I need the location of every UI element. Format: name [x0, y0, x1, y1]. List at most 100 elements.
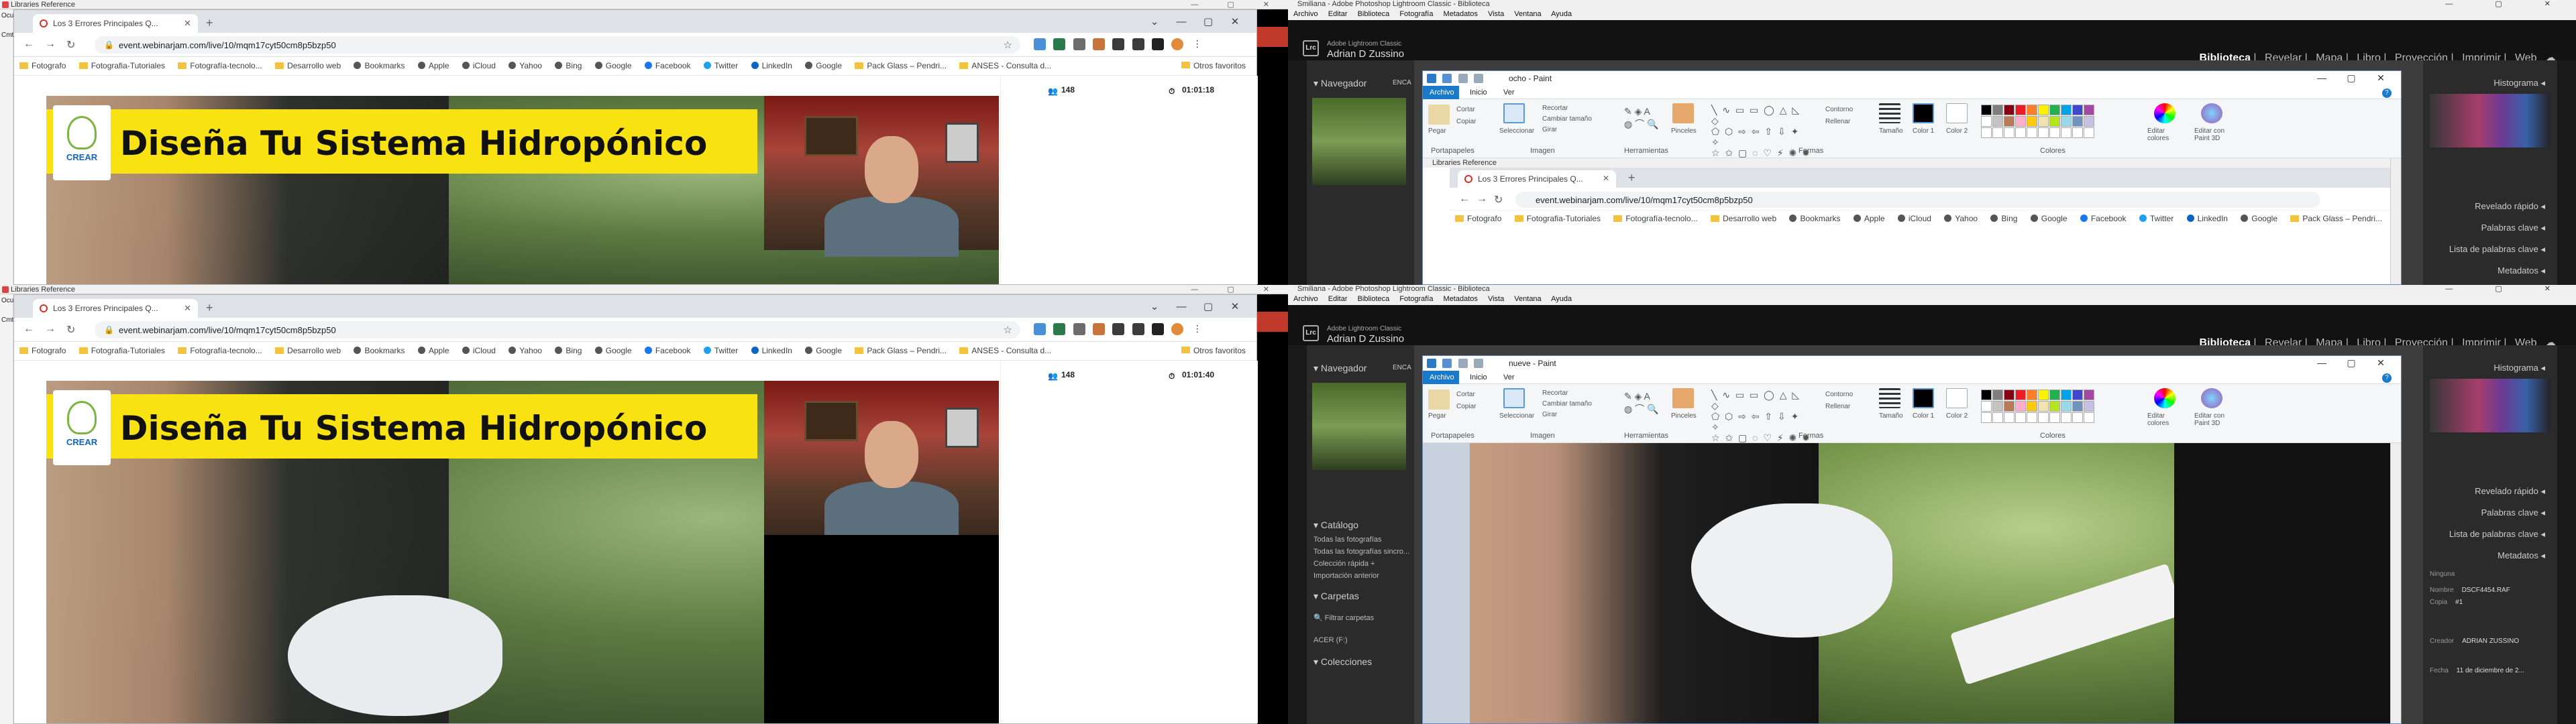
menu-item[interactable]: Vista	[1488, 295, 1504, 303]
help-icon[interactable]: ?	[2382, 88, 2392, 98]
new-tab-icon[interactable]: +	[206, 301, 213, 315]
brushes-icon[interactable]	[1672, 388, 1694, 408]
tab-archivo[interactable]: Archivo	[1423, 86, 1459, 99]
strip-window-controls[interactable]: — ▢ ✕	[1191, 285, 1283, 294]
paint-canvas[interactable]: Libraries Reference Los 3 Errores Princi…	[1423, 158, 2401, 284]
menu-item[interactable]: Biblioteca	[1358, 10, 1390, 18]
bookmark-folder[interactable]: Pack Glass – Pendri...	[855, 346, 947, 355]
bookmark-item[interactable]: Facebook	[644, 61, 691, 70]
size-icon[interactable]	[1879, 103, 1900, 123]
paint3d-icon[interactable]	[2201, 388, 2222, 408]
menu-item[interactable]: Archivo	[1293, 10, 1318, 18]
menu-icon[interactable]: ⋮	[1191, 323, 1203, 335]
paint3d-button[interactable]: Editar con Paint 3D	[2194, 127, 2241, 142]
bookmark-other-folder[interactable]: Otros favoritos	[1181, 346, 1246, 355]
folder-filter[interactable]: 🔍 Filtrar carpetas	[1313, 613, 1374, 622]
histogram-header[interactable]: Histograma ◂	[2493, 78, 2545, 88]
avatar[interactable]	[1171, 323, 1184, 335]
extension-icon[interactable]	[1053, 38, 1066, 50]
extension-icon[interactable]	[1093, 323, 1106, 335]
bookmark-item[interactable]: Yahoo	[508, 61, 542, 70]
brushes-icon[interactable]	[1672, 103, 1694, 123]
bookmark-folder[interactable]: Fotografía-tecnolo...	[178, 61, 262, 70]
catalog-item[interactable]: Todas las fotografías sincro...	[1313, 548, 1409, 556]
restore-icon[interactable]: ▢	[2337, 357, 2366, 369]
menu-item[interactable]: Ventana	[1514, 295, 1541, 303]
resize-button[interactable]: Cambiar tamaño	[1542, 400, 1592, 408]
color2-swatch[interactable]	[1946, 388, 1968, 408]
paint3d-icon[interactable]	[2201, 103, 2222, 123]
close-icon[interactable]: ✕	[1222, 15, 1248, 27]
puzzle-icon[interactable]	[1112, 38, 1125, 50]
extension-icon[interactable]	[1073, 323, 1085, 335]
edit-colors-button[interactable]: Editar colores	[2147, 127, 2188, 142]
extension-icon[interactable]	[1053, 323, 1066, 335]
chevron-down-icon[interactable]: ⌄	[1141, 15, 1168, 27]
select-icon[interactable]	[1503, 388, 1525, 408]
menu-item[interactable]: Editar	[1328, 295, 1348, 303]
bookmark-folder[interactable]: Pack Glass – Pendri...	[855, 61, 947, 70]
navigator-header[interactable]: ▾ Navegador	[1313, 363, 1366, 374]
bookmark-item[interactable]: iCloud	[462, 346, 496, 355]
shapes-gallery[interactable]: ╲ ∿ ▭ ▭ ◯ △ ◺ ◇ ⬠ ⬡ ⇨ ⇦ ⇧ ⇩ ✦ ✧ ☆ ✩ ▢ ◌ ♡ …	[1711, 105, 1812, 158]
vertical-scrollbar[interactable]	[2390, 443, 2401, 723]
bookmark-item[interactable]: Twitter	[703, 346, 738, 355]
restore-icon[interactable]: ▢	[1195, 15, 1222, 27]
color2-swatch[interactable]	[1946, 103, 1968, 123]
paste-icon[interactable]	[1428, 389, 1450, 410]
minimize-icon[interactable]: —	[2307, 357, 2337, 368]
close-tab-icon[interactable]: ✕	[184, 18, 191, 29]
sidebar-icon[interactable]	[1152, 323, 1165, 335]
catalog-item[interactable]: Todas las fotografías	[1313, 536, 1382, 544]
help-icon[interactable]: ?	[2382, 373, 2392, 383]
menu-item[interactable]: Fotografía	[1399, 10, 1433, 18]
bookmark-folder[interactable]: ANSES - Consulta d...	[959, 61, 1051, 70]
bookmark-folder[interactable]: Desarrollo web	[275, 346, 341, 355]
copy-button[interactable]: Copiar	[1456, 118, 1476, 125]
window-controls[interactable]: — ▢ ✕	[2445, 0, 2571, 8]
redo-icon[interactable]	[1474, 73, 1484, 83]
outline-button[interactable]: Contorno	[1825, 106, 1853, 113]
paint-canvas[interactable]	[1423, 443, 2401, 723]
reload-icon[interactable]: ↻	[66, 38, 75, 52]
redo-icon[interactable]	[1474, 358, 1484, 368]
color2-button[interactable]: Color 2	[1946, 412, 1968, 420]
close-icon[interactable]: ✕	[2366, 357, 2396, 369]
menu-item[interactable]: Ventana	[1514, 10, 1541, 18]
restore-icon[interactable]: ▢	[2337, 72, 2366, 84]
brushes-button[interactable]: Pinceles	[1671, 127, 1697, 135]
media-icon[interactable]	[1132, 38, 1144, 50]
tab-inicio[interactable]: Inicio	[1470, 88, 1487, 97]
resize-button[interactable]: Cambiar tamaño	[1542, 115, 1592, 123]
paste-button[interactable]: Pegar	[1428, 412, 1446, 420]
histogram-header[interactable]: Histograma ◂	[2493, 363, 2545, 373]
extension-icon[interactable]	[1034, 38, 1046, 50]
close-icon[interactable]: ✕	[1222, 300, 1248, 312]
menu-item[interactable]: Biblioteca	[1358, 295, 1390, 303]
extension-icon[interactable]	[1093, 38, 1106, 50]
tools-icons[interactable]: ✎ ◈ A ◍ ⌒ 🔍	[1624, 391, 1658, 416]
undo-icon[interactable]	[1458, 73, 1468, 83]
color1-button[interactable]: Color 1	[1913, 412, 1934, 420]
bookmark-item[interactable]: Bookmarks	[354, 61, 405, 70]
menu-item[interactable]: Metadatos	[1444, 295, 1478, 303]
bookmark-item[interactable]: Google	[594, 346, 632, 355]
back-icon[interactable]: ←	[23, 323, 34, 335]
cut-button[interactable]: Cortar	[1456, 106, 1475, 113]
bookmark-folder[interactable]: Fotografia-Tutoriales	[78, 346, 165, 355]
bookmark-folder[interactable]: Desarrollo web	[275, 61, 341, 70]
menu-item[interactable]: Editar	[1328, 10, 1348, 18]
menu-item[interactable]: Vista	[1488, 10, 1504, 18]
save-icon[interactable]	[1442, 73, 1452, 83]
bookmark-item[interactable]: Bing	[555, 61, 582, 70]
bookmark-other-folder[interactable]: Otros favoritos	[1181, 61, 1246, 70]
catalog-header[interactable]: ▾ Catálogo	[1313, 520, 1358, 531]
strip-window-controls[interactable]: — ▢ ✕	[1191, 0, 1283, 9]
bookmark-item[interactable]: Twitter	[703, 61, 738, 70]
fill-button[interactable]: Rellenar	[1825, 403, 1850, 410]
color-palette[interactable]	[1981, 105, 2149, 139]
vertical-scrollbar[interactable]	[2390, 158, 2401, 284]
bookmark-item[interactable]: Bing	[555, 346, 582, 355]
close-tab-icon[interactable]: ✕	[184, 303, 191, 314]
bookmark-folder[interactable]: Fotografo	[19, 61, 66, 70]
